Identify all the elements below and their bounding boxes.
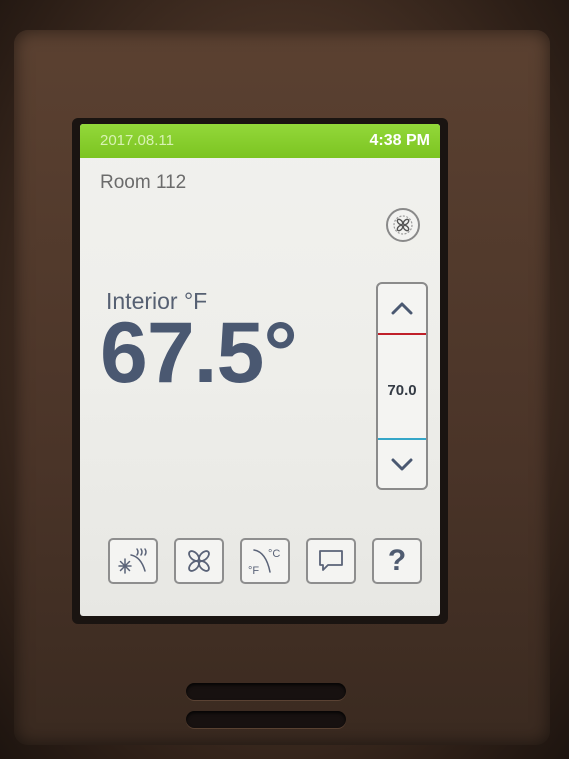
cool-setpoint-line bbox=[378, 438, 426, 440]
chevron-up-icon bbox=[391, 302, 413, 315]
heat-setpoint-line bbox=[378, 333, 426, 335]
time-label: 4:38 PM bbox=[369, 132, 430, 149]
mode-button[interactable] bbox=[108, 538, 158, 584]
help-button[interactable]: ? bbox=[372, 538, 422, 584]
setpoint-control: 70.0 bbox=[376, 282, 428, 490]
chevron-down-icon bbox=[391, 458, 413, 470]
svg-text:°F: °F bbox=[248, 565, 259, 577]
vent-slot-upper bbox=[186, 683, 346, 700]
setpoint-up-button[interactable] bbox=[378, 284, 426, 332]
speech-bubble-icon bbox=[319, 550, 343, 571]
setpoint-value: 70.0 bbox=[387, 382, 417, 399]
snowflake-heat-icon bbox=[118, 548, 147, 574]
bottom-toolbar: °C °F ? bbox=[108, 538, 428, 586]
status-bar: 2017.08.11 4:38 PM bbox=[80, 124, 440, 158]
svg-text:°C: °C bbox=[268, 548, 280, 560]
celsius-fahrenheit-icon: °C °F bbox=[248, 548, 280, 577]
interior-temperature: 67.5° bbox=[100, 305, 298, 401]
vent-slot-lower bbox=[186, 711, 346, 728]
units-button[interactable]: °C °F bbox=[240, 538, 290, 584]
setpoint-down-button[interactable] bbox=[378, 441, 426, 488]
room-label: Room 112 bbox=[100, 172, 187, 193]
question-icon: ? bbox=[387, 544, 407, 577]
message-button[interactable] bbox=[306, 538, 356, 584]
fan-button[interactable] bbox=[174, 538, 224, 584]
fan-icon bbox=[188, 550, 210, 572]
date-label: 2017.08.11 bbox=[100, 132, 174, 149]
thermostat-screen: 2017.08.11 4:38 PM Room 112 Interior °F … bbox=[80, 124, 440, 616]
fan-status-icon[interactable] bbox=[386, 208, 420, 242]
